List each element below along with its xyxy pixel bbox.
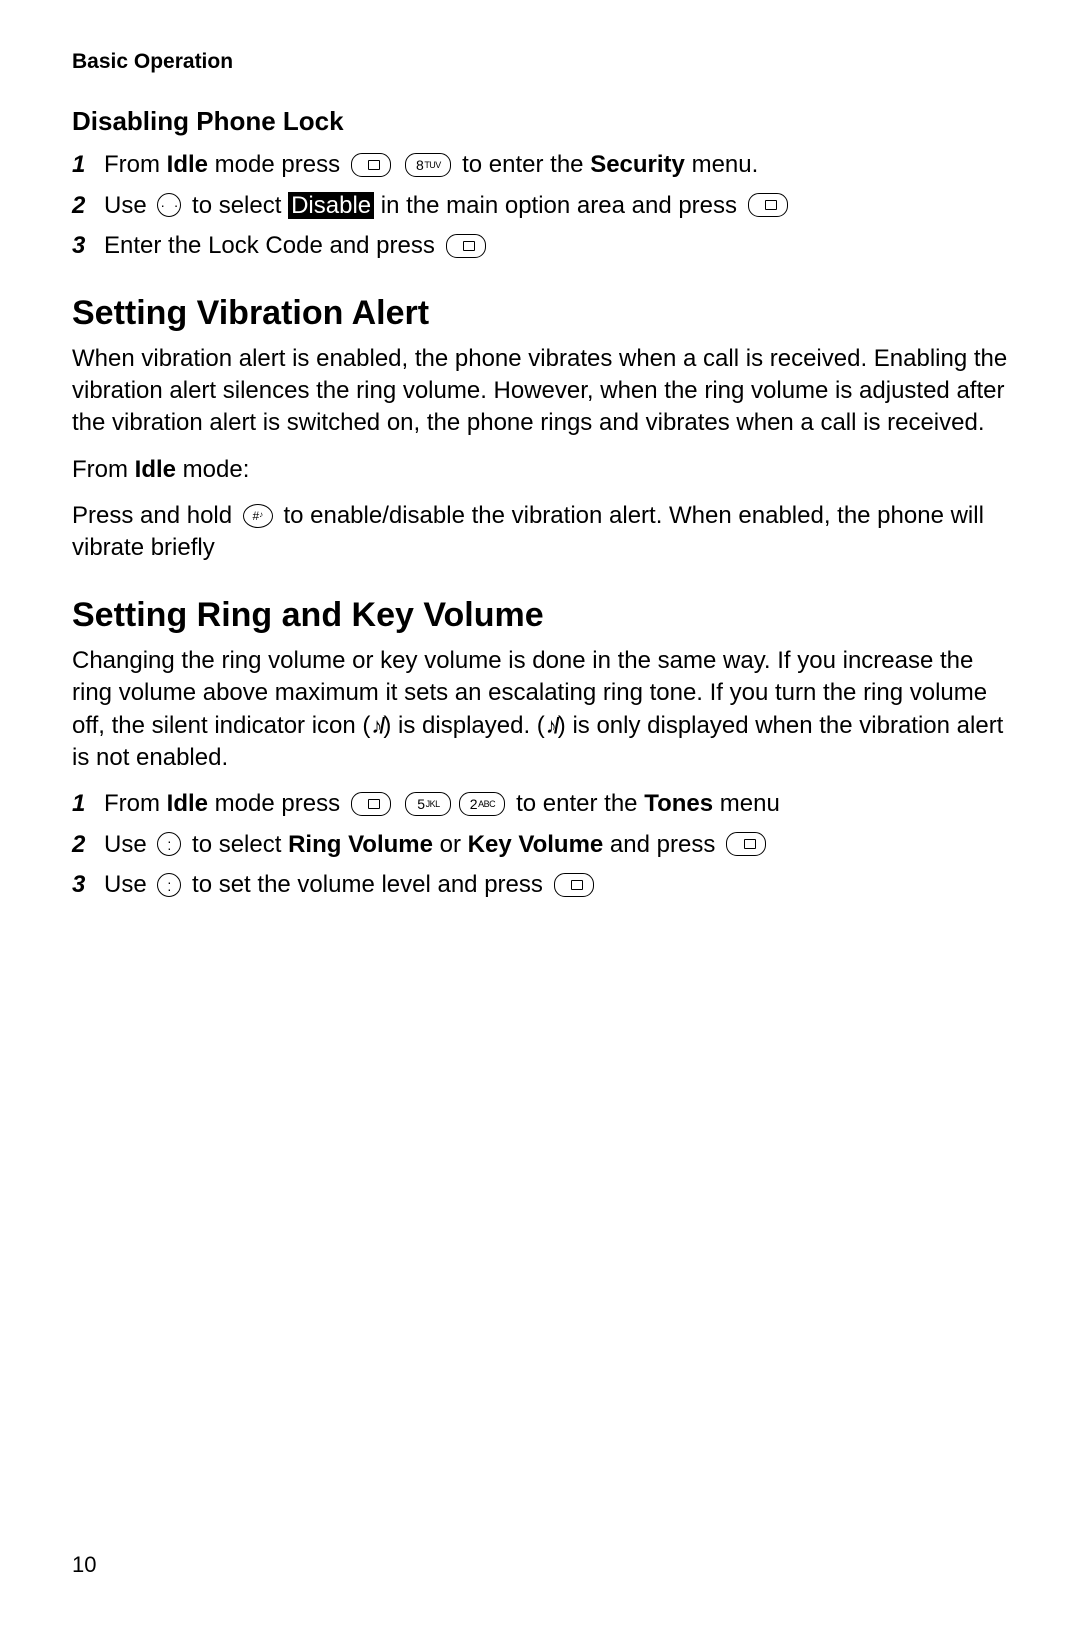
keypad-5-icon: 5JKL [405, 792, 451, 816]
select-key-icon [748, 193, 788, 217]
text-key-volume: Key Volume [468, 831, 604, 858]
steps-ringkey: 1 From Idle mode press 5JKL 2ABC to enter… [72, 788, 1008, 901]
paragraph-vib-instr: Press and hold #♪ to enable/disable the … [72, 500, 1008, 565]
highlight-disable: Disable [288, 192, 374, 219]
text: and press [603, 831, 722, 858]
step-number: 1 [72, 149, 104, 181]
paragraph-ringkey: Changing the ring volume or key volume i… [72, 645, 1008, 775]
step-number: 1 [72, 788, 104, 820]
step-number: 3 [72, 230, 104, 262]
silent-icon: ♪̸ [371, 711, 382, 741]
list-item: 2 Use to select Disable in the main opti… [72, 190, 1008, 222]
paragraph-vibration: When vibration alert is enabled, the pho… [72, 343, 1008, 440]
keypad-2-icon: 2ABC [459, 792, 505, 816]
text: menu [713, 790, 780, 817]
steps-disable-lock: 1 From Idle mode press 8TUV to enter the… [72, 149, 1008, 262]
text: to select [185, 831, 288, 858]
page-number: 10 [72, 1550, 96, 1580]
select-key-icon [351, 153, 391, 177]
text: to enter the [455, 151, 590, 178]
select-key-icon [446, 234, 486, 258]
text: menu. [685, 151, 758, 178]
text: Use [104, 871, 153, 898]
heading-ringkey: Setting Ring and Key Volume [72, 593, 1008, 639]
text: in the main option area and press [374, 192, 744, 219]
list-item: 3 Use to set the volume level and press [72, 869, 1008, 901]
text: From [104, 151, 167, 178]
select-key-icon [351, 792, 391, 816]
nav-key-icon [157, 873, 181, 897]
text: Use [104, 192, 153, 219]
nav-key-icon [157, 832, 181, 856]
text-idle: Idle [167, 151, 208, 178]
step-number: 2 [72, 190, 104, 222]
text: mode press [208, 790, 347, 817]
running-head: Basic Operation [72, 48, 1008, 76]
step-number: 3 [72, 869, 104, 901]
list-item: 2 Use to select Ring Volume or Key Volum… [72, 829, 1008, 861]
keypad-8-icon: 8TUV [405, 153, 451, 177]
text-security: Security [590, 151, 685, 178]
text-tones: Tones [644, 790, 713, 817]
text: to select [185, 192, 288, 219]
list-item: 3 Enter the Lock Code and press [72, 230, 1008, 262]
select-key-icon [554, 873, 594, 897]
text: to set the volume level and press [185, 871, 549, 898]
step-number: 2 [72, 829, 104, 861]
text: or [433, 831, 468, 858]
list-item: 1 From Idle mode press 5JKL 2ABC to enter… [72, 788, 1008, 820]
text: Enter the Lock Code and press [104, 232, 442, 259]
text: mode press [208, 151, 347, 178]
text-from-idle: From Idle mode: [72, 454, 1008, 486]
text: to enter the [509, 790, 644, 817]
text-idle: Idle [167, 790, 208, 817]
select-key-icon [726, 832, 766, 856]
hash-key-icon: #♪ [243, 504, 273, 528]
list-item: 1 From Idle mode press 8TUV to enter the… [72, 149, 1008, 181]
heading-disable-lock: Disabling Phone Lock [72, 104, 1008, 139]
heading-vibration: Setting Vibration Alert [72, 291, 1008, 337]
text: From [104, 790, 167, 817]
silent-icon: ♪̸ [546, 711, 557, 741]
text: Use [104, 831, 153, 858]
nav-key-icon [157, 193, 181, 217]
text-ring-volume: Ring Volume [288, 831, 433, 858]
